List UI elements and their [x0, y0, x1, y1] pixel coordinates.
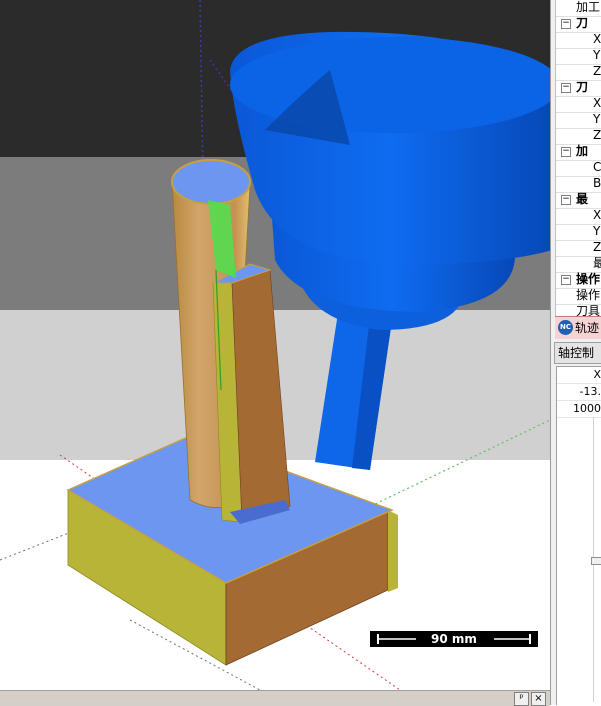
tree-item[interactable]: Y: [556, 112, 601, 129]
tree-row-label: 操作: [576, 288, 601, 302]
tree-row-label: C: [593, 160, 601, 174]
tree-section[interactable]: − 操作: [556, 272, 601, 289]
tree-row-label: 刀: [576, 80, 589, 94]
tree-item[interactable]: 最: [556, 256, 601, 273]
collapse-icon[interactable]: −: [561, 275, 571, 285]
tree-row-label: X: [593, 208, 601, 222]
tree-row-label: 最: [593, 256, 601, 271]
tree-item[interactable]: X: [556, 32, 601, 49]
tree-item[interactable]: Z: [556, 128, 601, 145]
tree-row-label: 加工: [576, 0, 601, 14]
tree-row-label: Y: [593, 48, 601, 62]
axis-rate[interactable]: 1000: [557, 401, 601, 418]
axis-control-panel: X -13. 1000: [556, 366, 601, 705]
tree-row-label: B: [593, 176, 601, 190]
tree-item[interactable]: 加工: [556, 0, 601, 17]
tree-row-label: Z: [593, 64, 601, 78]
stock-right-edge: [388, 510, 398, 592]
tree-section[interactable]: − 最: [556, 192, 601, 209]
tree-row-label: 加: [576, 144, 589, 158]
tree-section[interactable]: − 加: [556, 144, 601, 161]
tree-item[interactable]: C: [556, 160, 601, 177]
collapse-icon[interactable]: −: [561, 83, 571, 93]
tree-item[interactable]: 刀具: [556, 304, 601, 316]
close-button[interactable]: ×: [531, 692, 546, 706]
tree-row-label: 刀: [576, 16, 589, 30]
tree-item[interactable]: X: [556, 96, 601, 113]
scale-bar: 90 mm: [370, 631, 538, 647]
tree-item[interactable]: Z: [556, 64, 601, 81]
tree-row-label: Y: [593, 112, 601, 126]
tree-row-label: Z: [593, 240, 601, 254]
viewport-status-bar: ᵖ ×: [0, 690, 550, 706]
tree-row-label: 刀具: [576, 304, 601, 316]
axis-slider-thumb[interactable]: [591, 557, 601, 565]
tab-track[interactable]: NC 轨迹: [555, 316, 601, 339]
collapse-icon[interactable]: −: [561, 19, 571, 29]
tab-track-label: 轨迹: [575, 321, 600, 335]
tree-item[interactable]: 操作: [556, 288, 601, 305]
tree-row-label: X: [593, 32, 601, 46]
tree-row-label: Z: [593, 128, 601, 142]
tree-item[interactable]: Z: [556, 240, 601, 257]
nc-icon: NC: [558, 320, 573, 335]
collapse-icon[interactable]: −: [561, 147, 571, 157]
tree-section[interactable]: − 刀: [556, 80, 601, 97]
3d-viewport[interactable]: 90 mm: [0, 0, 550, 690]
pin-button[interactable]: ᵖ: [514, 692, 529, 706]
axis-control-button[interactable]: 轴控制: [554, 342, 601, 364]
tree-item[interactable]: B: [556, 176, 601, 193]
tree-item[interactable]: Y: [556, 48, 601, 65]
tree-item[interactable]: Y: [556, 224, 601, 241]
right-panel: 加工−刀XYZ−刀XYZ−加CB−最XYZ最−操作操作刀具 NC 轨迹 轴控制 …: [550, 0, 601, 705]
tree-row-label: 操作: [576, 272, 601, 286]
axis-header: X: [557, 367, 601, 384]
tree-section[interactable]: − 刀: [556, 16, 601, 33]
tree-row-label: Y: [593, 224, 601, 238]
tree-row-label: X: [593, 96, 601, 110]
collapse-icon[interactable]: −: [561, 195, 571, 205]
tree-item[interactable]: X: [556, 208, 601, 225]
scale-bar-label: 90 mm: [431, 632, 477, 646]
part-cylinder-top: [171, 159, 251, 205]
axis-value[interactable]: -13.: [557, 384, 601, 401]
3d-scene[interactable]: [0, 0, 550, 690]
tree-row-label: 最: [576, 192, 589, 206]
property-tree[interactable]: 加工−刀XYZ−刀XYZ−加CB−最XYZ最−操作操作刀具: [555, 0, 601, 316]
